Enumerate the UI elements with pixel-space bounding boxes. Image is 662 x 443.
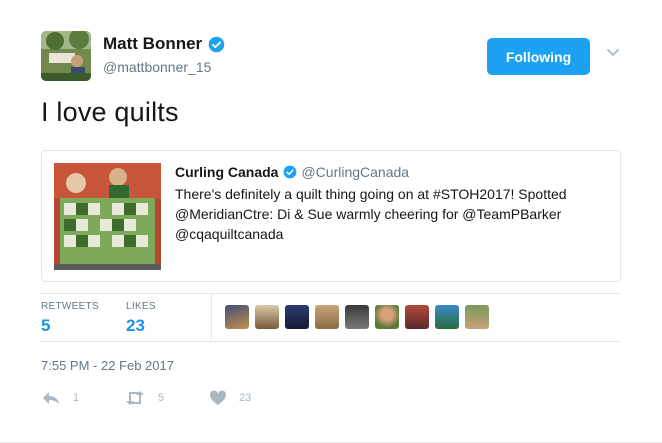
- author-avatar[interactable]: [41, 31, 91, 81]
- liker-avatar[interactable]: [435, 305, 459, 329]
- heart-icon: [209, 390, 227, 405]
- like-button[interactable]: 23: [209, 390, 251, 406]
- quoted-tweet-image[interactable]: [54, 163, 161, 270]
- quoted-author-name[interactable]: Curling Canada: [175, 164, 278, 180]
- retweet-count: 5: [158, 392, 165, 404]
- retweets-count[interactable]: 5: [41, 316, 50, 336]
- chevron-down-icon[interactable]: [606, 48, 620, 58]
- liker-avatar[interactable]: [225, 305, 249, 329]
- liker-avatar[interactable]: [465, 305, 489, 329]
- following-button[interactable]: Following: [487, 38, 590, 75]
- quoted-text-line-2: @MeridianCtre: Di & Sue warmly cheering …: [175, 206, 562, 222]
- author-name[interactable]: Matt Bonner: [103, 34, 202, 54]
- quoted-tweet-header: Curling Canada @CurlingCanada: [175, 164, 409, 180]
- verified-badge-icon: [208, 36, 225, 52]
- liker-avatar[interactable]: [345, 305, 369, 329]
- verified-badge-icon: [284, 165, 297, 179]
- liker-avatar[interactable]: [375, 305, 399, 329]
- tweet-card: Matt Bonner @mattbonner_15 Following I l…: [0, 0, 662, 443]
- likes-count[interactable]: 23: [126, 316, 145, 336]
- retweets-label: RETWEETS: [41, 301, 99, 312]
- retweet-icon: [126, 391, 144, 405]
- tweet-text: I love quilts: [41, 97, 179, 127]
- stats-bottom-divider: [41, 341, 621, 342]
- liker-avatar[interactable]: [255, 305, 279, 329]
- quoted-text-line-3: @cqaquiltcanada: [175, 226, 284, 242]
- tweet-timestamp[interactable]: 7:55 PM - 22 Feb 2017: [41, 358, 174, 373]
- liker-avatar[interactable]: [315, 305, 339, 329]
- quoted-author-handle[interactable]: @CurlingCanada: [301, 164, 409, 180]
- author-name-row: Matt Bonner: [103, 34, 225, 54]
- stats-vertical-divider: [211, 294, 212, 340]
- reply-icon: [43, 392, 59, 404]
- reply-count: 1: [73, 392, 80, 404]
- quoted-text-line-1: There's definitely a quilt thing going o…: [175, 186, 567, 202]
- stats-top-divider: [41, 293, 621, 294]
- author-handle[interactable]: @mattbonner_15: [103, 59, 211, 75]
- liker-avatar[interactable]: [285, 305, 309, 329]
- liker-avatars: [225, 305, 495, 329]
- retweet-button[interactable]: 5: [124, 390, 164, 406]
- liker-avatar[interactable]: [405, 305, 429, 329]
- like-count: 23: [239, 392, 252, 404]
- reply-button[interactable]: 1: [41, 390, 79, 406]
- quoted-tweet[interactable]: Curling Canada @CurlingCanada There's de…: [41, 150, 621, 282]
- likes-label: LIKES: [126, 301, 156, 312]
